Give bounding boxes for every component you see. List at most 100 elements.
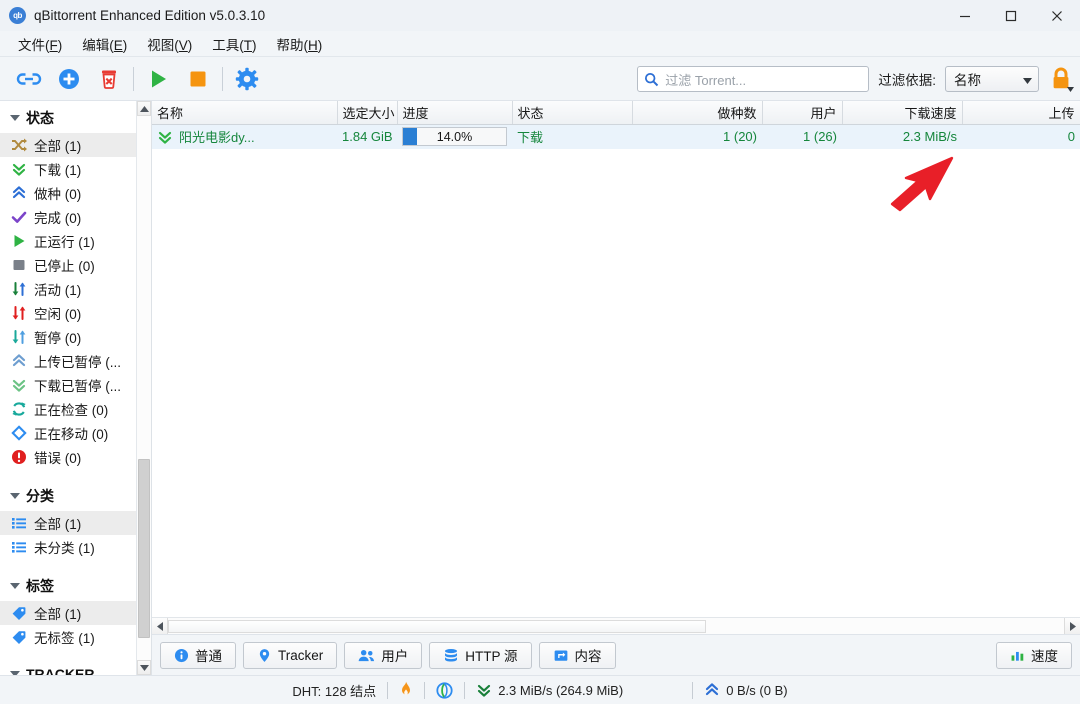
scroll-down-icon[interactable] [137,660,151,675]
sidebar-group-categories-label: 分类 [26,486,54,506]
sidebar-item-category-uncategorized[interactable]: 未分类 (1) [0,535,136,559]
sidebar-scrollbar[interactable] [136,101,151,675]
sidebar-item-running[interactable]: 正运行 (1) [0,229,136,253]
lock-button[interactable] [1048,63,1074,95]
chevron-down-icon [10,583,20,589]
toolbar-separator-2 [222,67,223,91]
preferences-button[interactable] [227,59,267,99]
search-input[interactable]: 过滤 Torrent... [665,70,746,89]
status-connection-button[interactable] [425,682,464,699]
tab-general[interactable]: 普通 [160,642,236,669]
sidebar-group-tags[interactable]: 标签 [0,569,136,601]
download-paused-icon [10,377,27,394]
scroll-right-icon[interactable] [1064,618,1080,635]
sidebar-scroll-thumb[interactable] [138,459,150,639]
sidebar-item-all-status[interactable]: 全部 (1) [0,133,136,157]
status-altspeed-button[interactable] [388,681,424,699]
scroll-left-icon[interactable] [152,618,168,635]
sidebar-item-inactive[interactable]: 空闲 (0) [0,301,136,325]
menu-file[interactable]: 文件(F) [8,31,72,57]
tab-general-label: 普通 [195,645,222,665]
sidebar-group-tracker-label: TRACKER [26,666,94,675]
scroll-up-icon[interactable] [137,101,151,116]
delete-torrent-button[interactable] [89,59,129,99]
sidebar-item-moving[interactable]: 正在移动 (0) [0,421,136,445]
menu-view[interactable]: 视图(V) [137,31,202,57]
sidebar-group-status-label: 状态 [26,108,54,128]
dht-nodes-label: DHT: 128 结点 [292,681,376,700]
speed-graph-button[interactable]: 速度 [996,642,1072,669]
sidebar-item-tag-untagged[interactable]: 无标签 (1) [0,625,136,649]
menu-tools[interactable]: 工具(T) [202,31,266,57]
sidebar-item-label: 全部 (1) [34,513,81,533]
sidebar-item-active[interactable]: 活动 (1) [0,277,136,301]
sidebar-item-upload-paused[interactable]: 上传已暂停 (... [0,349,136,373]
column-header-progress[interactable]: 进度 [397,101,512,124]
add-torrent-file-button[interactable] [49,59,89,99]
tab-peers-label: 用户 [381,645,408,665]
sidebar-item-downloading[interactable]: 下载 (1) [0,157,136,181]
torrent-table-hscrollbar[interactable] [152,617,1080,634]
check-icon [10,209,27,226]
details-tab-bar: 普通 Tracker 用户 [152,634,1080,675]
filter-by-select[interactable]: 名称 [945,66,1039,92]
sidebar-item-label: 上传已暂停 (... [34,351,121,371]
status-download-speed: 2.3 MiB/s (264.9 MiB) [465,682,634,698]
tab-content[interactable]: 内容 [539,642,616,669]
torrent-table-container: 名称 选定大小 进度 状态 做种数 用户 下载速度 上传 [152,101,1080,617]
column-header-status[interactable]: 状态 [512,101,632,124]
progress-bar: 14.0% [402,127,507,146]
sidebar-item-stopped[interactable]: 已停止 (0) [0,253,136,277]
sidebar-item-seeding[interactable]: 做种 (0) [0,181,136,205]
hscroll-thumb[interactable] [168,620,706,633]
column-header-ulspeed[interactable]: 上传 [962,101,1080,124]
sidebar-group-status[interactable]: 状态 [0,101,136,133]
tab-http-sources[interactable]: HTTP 源 [429,642,531,669]
menu-edit[interactable]: 编辑(E) [72,31,137,57]
title-bar-left: qb qBittorrent Enhanced Edition v5.0.3.1… [0,7,265,24]
download-icon [10,161,27,178]
table-row[interactable]: 阳光电影dy... 1.84 GiB 14.0% 下载 [152,124,1080,149]
sidebar-item-paused[interactable]: 暂停 (0) [0,325,136,349]
pause-button[interactable] [178,59,218,99]
app-logo-icon: qb [9,7,26,24]
search-box[interactable]: 过滤 Torrent... [637,66,869,92]
sidebar-item-label: 做种 (0) [34,183,81,203]
pin-icon [257,648,272,663]
column-header-seeds[interactable]: 做种数 [632,101,762,124]
torrent-table: 名称 选定大小 进度 状态 做种数 用户 下载速度 上传 [152,101,1080,150]
sidebar-scroll-track[interactable] [137,116,151,660]
sidebar-item-tag-all[interactable]: 全部 (1) [0,601,136,625]
status-bar: DHT: 128 结点 2.3 MiB/s (264.9 MiB) [0,675,1080,704]
category-list-icon [10,539,27,556]
column-header-name[interactable]: 名称 [152,101,337,124]
menu-edit-label: 编辑 [82,38,109,53]
sidebar-group-tracker[interactable]: TRACKER [0,659,136,675]
download-speed-label: 2.3 MiB/s (264.9 MiB) [498,683,623,698]
sidebar-item-errored[interactable]: 错误 (0) [0,445,136,469]
column-header-peers[interactable]: 用户 [762,101,842,124]
sidebar-item-download-paused[interactable]: 下载已暂停 (... [0,373,136,397]
menu-help[interactable]: 帮助(H) [267,31,333,57]
tab-trackers[interactable]: Tracker [243,642,337,669]
qbittorrent-window: qb qBittorrent Enhanced Edition v5.0.3.1… [0,0,1080,704]
tab-peers[interactable]: 用户 [344,642,422,669]
column-header-dlspeed[interactable]: 下载速度 [842,101,962,124]
sidebar-item-category-all[interactable]: 全部 (1) [0,511,136,535]
hscroll-track[interactable] [168,619,1064,634]
cell-name: 阳光电影dy... [152,124,337,149]
minimize-button[interactable] [942,0,988,31]
resume-button[interactable] [138,59,178,99]
main-body: 状态 全部 (1) 下载 (1) [0,101,1080,675]
add-torrent-link-button[interactable] [9,59,49,99]
upload-icon [10,185,27,202]
close-button[interactable] [1034,0,1080,31]
column-header-size[interactable]: 选定大小 [337,101,397,124]
filters-sidebar: 状态 全部 (1) 下载 (1) [0,101,152,675]
menu-file-label: 文件 [18,38,45,53]
sidebar-item-checking[interactable]: 正在检查 (0) [0,397,136,421]
maximize-button[interactable] [988,0,1034,31]
sidebar-item-completed[interactable]: 完成 (0) [0,205,136,229]
sidebar-group-categories[interactable]: 分类 [0,479,136,511]
upload-paused-icon [10,353,27,370]
